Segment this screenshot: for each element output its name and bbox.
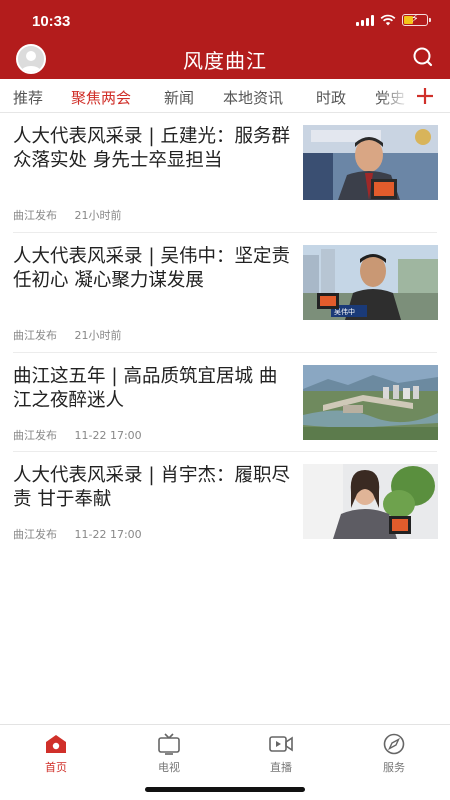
nav-tv[interactable]: 电视	[129, 733, 209, 775]
portrait-photo: 吴伟中	[303, 245, 438, 320]
battery-charging-icon: ⚡	[402, 12, 431, 26]
cellular-signal-icon	[356, 14, 374, 26]
news-source: 曲江发布	[13, 209, 57, 222]
tab-recommend[interactable]: 推荐	[13, 87, 43, 108]
wifi-icon	[380, 14, 396, 26]
search-icon	[413, 47, 433, 67]
news-time: 21小时前	[74, 209, 122, 222]
news-item[interactable]: 人大代表风采录 | 丘建光：服务群众落实处 身先士卒显担当 曲江发布 21小时前	[0, 113, 450, 232]
nav-service[interactable]: 服务	[354, 733, 434, 775]
home-indicator	[145, 787, 305, 792]
nav-home[interactable]: 首页	[16, 733, 96, 775]
aerial-city-photo	[303, 365, 438, 440]
news-meta: 曲江发布 21小时前	[13, 327, 122, 343]
nav-label: 电视	[158, 761, 180, 774]
tab-fade	[380, 79, 410, 112]
tab-news[interactable]: 新闻	[164, 87, 194, 108]
nav-label: 直播	[270, 761, 292, 774]
status-icons: ⚡	[356, 12, 431, 26]
news-thumbnail	[303, 125, 438, 200]
channel-tabs: 推荐 聚焦两会 新闻 本地资讯 时政 党史	[0, 79, 450, 113]
news-item[interactable]: 人大代表风采录 | 吴伟中：坚定责任初心 凝心聚力谋发展 曲江发布 21小时前 …	[0, 233, 450, 352]
nav-label: 首页	[45, 761, 67, 774]
news-time: 21小时前	[74, 329, 122, 342]
tab-politics[interactable]: 时政	[316, 87, 346, 108]
news-source: 曲江发布	[13, 528, 57, 541]
news-thumbnail	[303, 365, 438, 440]
news-title: 人大代表风采录 | 肖宇杰：履职尽责 甘于奉献	[13, 465, 290, 510]
plus-icon	[417, 88, 433, 104]
portrait-photo	[303, 125, 438, 200]
search-button[interactable]	[410, 44, 436, 70]
tab-two-sessions[interactable]: 聚焦两会	[71, 87, 131, 108]
compass-icon	[383, 733, 405, 755]
news-item[interactable]: 曲江这五年 | 高品质筑宜居城 曲江之夜醉迷人 曲江发布 11-22 17:00	[0, 353, 450, 452]
tv-icon	[158, 733, 180, 755]
news-thumbnail	[303, 464, 438, 539]
news-title: 曲江这五年 | 高品质筑宜居城 曲江之夜醉迷人	[13, 366, 278, 411]
news-time: 11-22 17:00	[74, 528, 142, 541]
nav-live[interactable]: 直播	[241, 733, 321, 775]
add-channel-button[interactable]	[414, 85, 436, 107]
app-title: 风度曲江	[183, 49, 267, 73]
portrait-photo	[303, 464, 438, 539]
news-time: 11-22 17:00	[74, 429, 142, 442]
news-meta: 曲江发布 11-22 17:00	[13, 427, 142, 443]
news-thumbnail: 吴伟中	[303, 245, 438, 320]
app-header: 10:33 ⚡ 风度曲江	[0, 0, 450, 79]
home-icon	[46, 735, 66, 753]
news-title: 人大代表风采录 | 吴伟中：坚定责任初心 凝心聚力谋发展	[13, 246, 290, 291]
status-bar: 10:33 ⚡	[0, 0, 450, 40]
news-source: 曲江发布	[13, 329, 57, 342]
tab-local-info[interactable]: 本地资讯	[223, 87, 283, 108]
news-source: 曲江发布	[13, 429, 57, 442]
status-time: 10:33	[32, 13, 71, 30]
news-meta: 曲江发布 21小时前	[13, 207, 122, 223]
news-meta: 曲江发布 11-22 17:00	[13, 526, 142, 542]
nav-label: 服务	[383, 761, 405, 774]
news-title: 人大代表风采录 | 丘建光：服务群众落实处 身先士卒显担当	[13, 126, 290, 171]
news-item[interactable]: 人大代表风采录 | 肖宇杰：履职尽责 甘于奉献 曲江发布 11-22 17:00	[0, 452, 450, 551]
live-video-icon	[269, 736, 293, 752]
